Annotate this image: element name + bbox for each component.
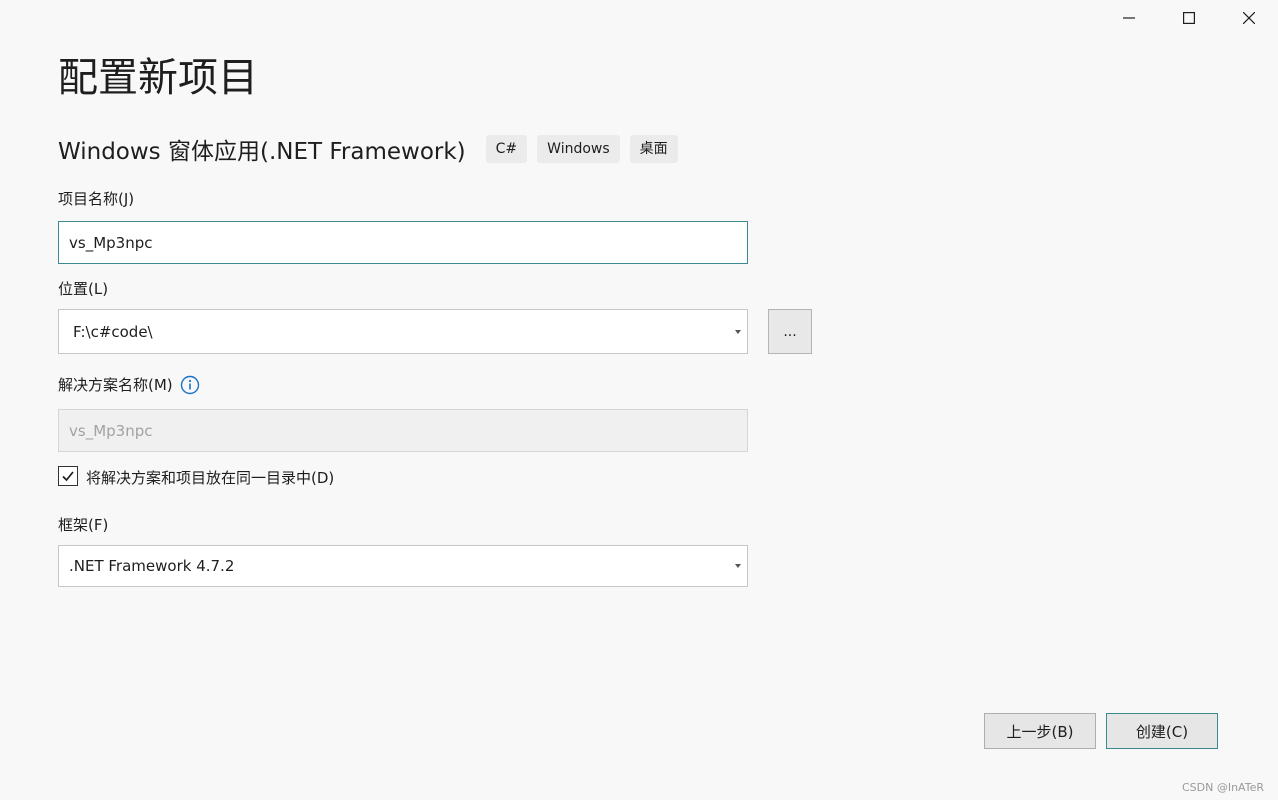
back-button[interactable]: 上一步(B) <box>984 713 1096 749</box>
checkmark-icon <box>62 471 74 482</box>
location-combobox[interactable]: F:\c#code\ <box>58 309 748 354</box>
page-title: 配置新项目 <box>58 55 258 101</box>
tag-platform: Windows <box>537 135 620 163</box>
watermark: CSDN @InATeR <box>1181 781 1264 794</box>
maximize-icon <box>1183 12 1195 24</box>
location-label: 位置(L) <box>58 280 109 298</box>
minimize-icon <box>1123 17 1135 19</box>
location-value: F:\c#code\ <box>73 322 153 341</box>
framework-label: 框架(F) <box>58 516 109 534</box>
chevron-down-icon <box>735 564 741 568</box>
back-button-label: 上一步(B) <box>1006 722 1074 741</box>
create-button-label: 创建(C) <box>1135 722 1189 741</box>
solution-name-input[interactable]: vs_Mp3npc <box>58 409 748 452</box>
project-name-value: vs_Mp3npc <box>69 233 153 252</box>
solution-name-value: vs_Mp3npc <box>69 421 153 440</box>
tag-language: C# <box>485 135 528 163</box>
framework-value: .NET Framework 4.7.2 <box>69 557 235 575</box>
minimize-button[interactable] <box>1099 0 1159 36</box>
create-button[interactable]: 创建(C) <box>1106 713 1218 749</box>
info-icon[interactable] <box>180 375 200 395</box>
close-button[interactable] <box>1219 0 1278 36</box>
same-directory-label[interactable]: 将解决方案和项目放在同一目录中(D) <box>86 468 334 488</box>
maximize-button[interactable] <box>1159 0 1219 36</box>
same-directory-checkbox[interactable] <box>58 466 78 486</box>
template-name: Windows 窗体应用(.NET Framework) <box>58 139 466 165</box>
template-info: Windows 窗体应用(.NET Framework) C# Windows … <box>58 134 688 165</box>
solution-name-label: 解决方案名称(M) <box>58 376 173 394</box>
project-name-input[interactable]: vs_Mp3npc <box>58 221 748 264</box>
tag-project-type: 桌面 <box>629 135 678 163</box>
project-name-label: 项目名称(J) <box>58 190 135 208</box>
configure-project-window: 配置新项目 Windows 窗体应用(.NET Framework) C# Wi… <box>0 0 1278 800</box>
chevron-down-icon <box>735 329 741 334</box>
browse-location-button[interactable]: ... <box>768 309 812 354</box>
browse-button-label: ... <box>783 323 797 340</box>
framework-combobox[interactable]: .NET Framework 4.7.2 <box>58 545 748 587</box>
close-icon <box>1243 12 1255 24</box>
